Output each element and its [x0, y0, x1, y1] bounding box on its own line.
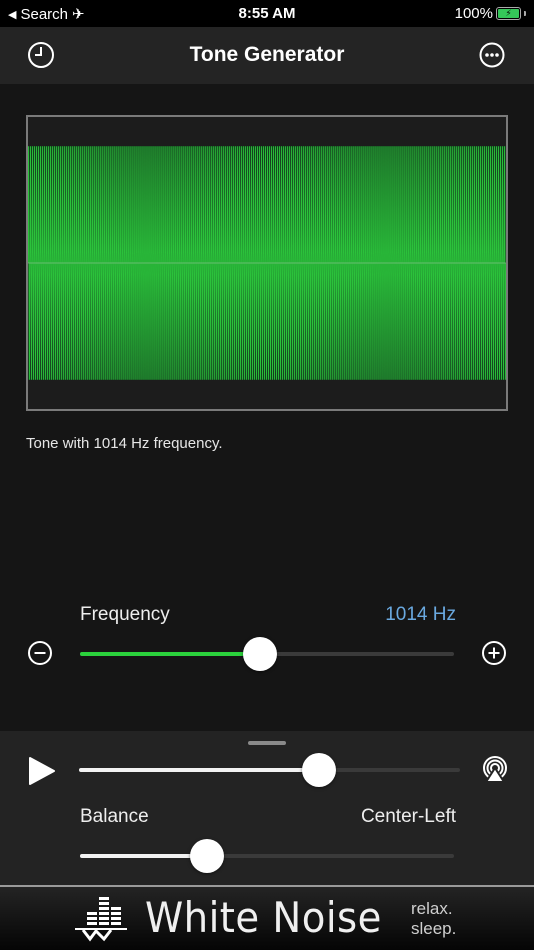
plus-circle-icon	[482, 641, 506, 665]
equalizer-logo-icon	[75, 897, 127, 942]
balance-value: Center-Left	[360, 806, 456, 827]
white-noise-ad-banner[interactable]: White Noise relax. sleep.	[0, 885, 534, 950]
decrease-frequency-button[interactable]	[27, 640, 53, 666]
battery-status: 100% ⚡	[455, 5, 526, 22]
waveform-display	[26, 115, 508, 411]
tagline-line1: relax.	[411, 899, 453, 918]
battery-icon: ⚡	[496, 7, 521, 20]
play-button[interactable]	[28, 756, 56, 786]
airplay-icon	[483, 756, 507, 783]
battery-percent: 100%	[454, 5, 493, 22]
frequency-value: 1014 Hz	[385, 604, 456, 625]
balance-label: Balance	[80, 806, 149, 827]
balance-slider[interactable]	[80, 839, 454, 873]
tone-description: Tone with 1014 Hz frequency.	[26, 435, 223, 452]
volume-slider-fill	[79, 768, 320, 772]
page-title: Tone Generator	[189, 43, 345, 66]
waveform-plot	[28, 146, 506, 380]
frequency-label: Frequency	[80, 604, 170, 625]
balance-slider-fill	[80, 854, 208, 858]
panel-grabber-handle[interactable]	[248, 741, 286, 745]
volume-slider[interactable]	[79, 753, 460, 787]
battery-charging-icon: ⚡	[498, 8, 519, 18]
more-options-button[interactable]	[478, 41, 506, 69]
tagline-line2: sleep.	[411, 919, 457, 938]
frequency-slider-fill	[80, 652, 260, 656]
banner-tagline: relax. sleep.	[411, 899, 456, 939]
banner-brand: White Noise	[145, 893, 382, 942]
airplay-button[interactable]	[481, 756, 509, 784]
volume-slider-thumb[interactable]	[302, 753, 337, 787]
play-icon	[29, 757, 55, 785]
balance-slider-thumb[interactable]	[190, 839, 225, 873]
frequency-slider-thumb[interactable]	[242, 637, 277, 671]
frequency-slider[interactable]	[80, 637, 454, 671]
nav-bar: Tone Generator	[0, 27, 534, 84]
increase-frequency-button[interactable]	[481, 640, 507, 666]
more-icon	[479, 42, 505, 68]
minus-circle-icon	[28, 641, 52, 665]
battery-tip	[524, 11, 526, 16]
status-bar: ◀ Search ✈ 8:55 AM 100% ⚡	[0, 0, 534, 27]
player-panel: Balance Center-Left	[0, 731, 534, 885]
